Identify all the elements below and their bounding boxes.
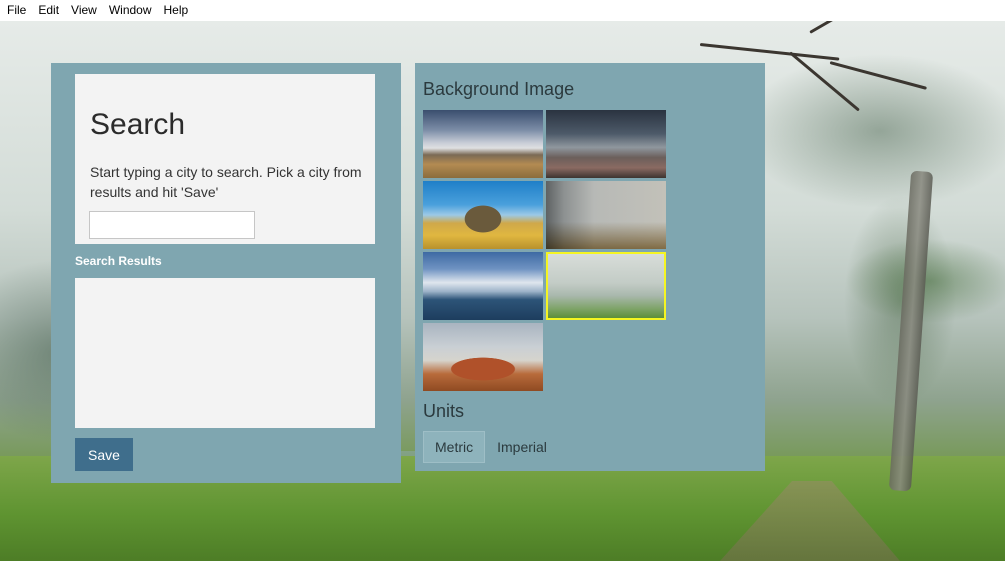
background-branch xyxy=(789,51,860,112)
search-panel: Search Start typing a city to search. Pi… xyxy=(51,63,401,483)
menu-bar: File Edit View Window Help xyxy=(0,0,1005,21)
menu-edit[interactable]: Edit xyxy=(32,0,65,21)
menu-file[interactable]: File xyxy=(0,0,32,21)
background-tree-trunk xyxy=(888,170,934,492)
thumbnail-foggy-forest[interactable] xyxy=(546,252,666,320)
thumbnail-misty-meadow[interactable] xyxy=(546,181,666,249)
thumbnail-stormy-city-rooftops[interactable] xyxy=(546,110,666,178)
search-title: Search xyxy=(90,108,186,141)
city-search-input[interactable] xyxy=(89,211,255,239)
background-branch xyxy=(829,61,927,90)
save-button[interactable]: Save xyxy=(75,438,133,471)
search-results-list[interactable] xyxy=(75,278,375,428)
thumbnail-desert-butte[interactable] xyxy=(423,181,543,249)
menu-view[interactable]: View xyxy=(65,0,103,21)
search-results-label: Search Results xyxy=(75,254,162,268)
thumbnail-cloudy-city-skyline[interactable] xyxy=(423,110,543,178)
units-heading: Units xyxy=(423,401,465,421)
units-metric-tab[interactable]: Metric xyxy=(423,431,486,463)
menu-help[interactable]: Help xyxy=(158,0,195,21)
search-description: Start typing a city to search. Pick a ci… xyxy=(90,164,362,200)
units-imperial-tab[interactable]: Imperial xyxy=(485,431,559,463)
search-card: Search Start typing a city to search. Pi… xyxy=(75,74,375,244)
background-branch xyxy=(699,43,840,61)
thumbnail-ocean-clouds[interactable] xyxy=(423,252,543,320)
thumbnail-red-rocks[interactable] xyxy=(423,323,543,391)
background-image-heading: Background Image xyxy=(423,79,575,99)
units-toggle: Metric Imperial xyxy=(423,431,559,463)
settings-panel: Background Image Units Metric Imperial xyxy=(415,63,765,471)
menu-window[interactable]: Window xyxy=(103,0,158,21)
